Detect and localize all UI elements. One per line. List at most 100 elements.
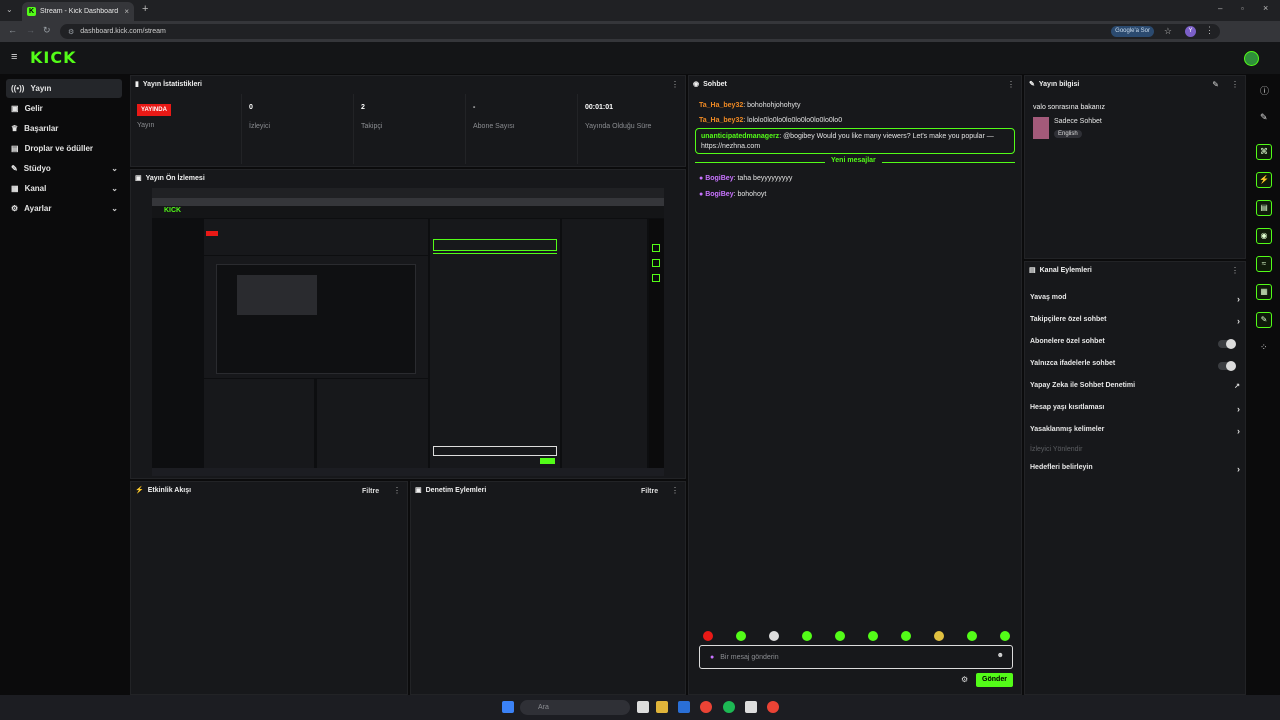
hamburger-menu-icon[interactable]: ≡ xyxy=(11,51,17,63)
task-view-icon[interactable] xyxy=(637,701,649,713)
emote-icon[interactable] xyxy=(835,631,845,641)
rail-button-5[interactable]: ≈ xyxy=(1256,256,1272,272)
action-followers-only[interactable]: Takipçilere özel sohbet › xyxy=(1030,316,1240,332)
emote-icon[interactable] xyxy=(901,631,911,641)
emote-icon[interactable] xyxy=(703,631,713,641)
user-avatar[interactable] xyxy=(1244,51,1259,66)
emote-icon[interactable] xyxy=(736,631,746,641)
subscribers-only-toggle[interactable] xyxy=(1218,339,1236,349)
emote-icon[interactable] xyxy=(802,631,812,641)
more-options-icon[interactable]: ⋮ xyxy=(1007,80,1015,89)
file-explorer-icon[interactable] xyxy=(656,701,668,713)
back-icon[interactable]: ← xyxy=(8,25,17,35)
action-subscribers-only[interactable]: Abonelere özel sohbet xyxy=(1030,338,1240,354)
action-account-age[interactable]: Hesap yaşı kısıtlaması › xyxy=(1030,404,1240,420)
chat-username[interactable]: Ta_Ha_bey32 xyxy=(699,117,743,124)
emoji-picker-icon[interactable]: ☻ xyxy=(997,652,1004,659)
minimize-icon[interactable]: – xyxy=(1218,4,1222,13)
panel-title: Kanal Eylemleri xyxy=(1039,266,1092,274)
spotify-icon[interactable] xyxy=(723,701,735,713)
preview-rail-btn xyxy=(652,244,660,252)
window-close-icon[interactable]: × xyxy=(1263,3,1268,13)
sidebar-item-studyo[interactable]: ✎ Stüdyo ⌄ xyxy=(6,159,122,178)
emote-icon[interactable] xyxy=(934,631,944,641)
filter-button[interactable]: Filtre xyxy=(641,488,658,495)
chrome-icon[interactable] xyxy=(700,701,712,713)
chat-username[interactable]: BogiBey xyxy=(705,191,733,198)
rail-button-4[interactable]: ◉ xyxy=(1256,228,1272,244)
preview-browser-bar xyxy=(152,188,664,198)
action-set-targets[interactable]: Hedefleri belirleyin › xyxy=(1030,464,1240,480)
filter-button[interactable]: Filtre xyxy=(362,488,379,495)
chat-username[interactable]: BogiBey xyxy=(705,175,733,182)
taskbar-search[interactable]: Ara xyxy=(520,700,630,715)
windows-start-icon[interactable] xyxy=(502,701,514,713)
maximize-icon[interactable]: ▫ xyxy=(1241,4,1244,13)
action-label: Takipçilere özel sohbet xyxy=(1030,316,1107,323)
more-options-icon[interactable]: ⋮ xyxy=(1231,80,1239,89)
more-options-icon[interactable]: ⋮ xyxy=(671,486,679,495)
kick-logo[interactable]: KICK xyxy=(30,48,77,67)
action-label: Yalnızca ifadelerle sohbet xyxy=(1030,360,1116,367)
flash-icon: ⚡ xyxy=(135,487,144,494)
preview-recursive-frame xyxy=(216,264,416,374)
google-ask-button[interactable]: Google'a Sor xyxy=(1111,26,1154,37)
chrome-alt-icon[interactable] xyxy=(767,701,779,713)
chat-username[interactable]: Ta_Ha_bey32 xyxy=(699,102,743,109)
rail-button-1[interactable]: ⌘ xyxy=(1256,144,1272,160)
action-emotes-only[interactable]: Yalnızca ifadelerle sohbet xyxy=(1030,360,1240,376)
rail-button-3[interactable]: ▤ xyxy=(1256,200,1272,216)
rail-button-7[interactable]: ✎ xyxy=(1256,312,1272,328)
chevron-right-icon: › xyxy=(1237,464,1240,474)
bookmark-star-icon[interactable]: ☆ xyxy=(1164,26,1172,37)
emote-icon[interactable] xyxy=(868,631,878,641)
sidebar-item-kanal[interactable]: ▦ Kanal ⌄ xyxy=(6,179,122,198)
action-banned-words[interactable]: Yasaklanmış kelimeler › xyxy=(1030,426,1240,442)
store-icon[interactable] xyxy=(678,701,690,713)
tab-list-icon[interactable]: ⌄ xyxy=(6,5,13,14)
chat-text: : taha beyyyyyyyyy xyxy=(733,175,793,182)
profile-avatar[interactable]: Y xyxy=(1185,26,1196,37)
site-info-icon[interactable]: ⚙ xyxy=(68,28,74,36)
url-field[interactable]: ⚙ dashboard.kick.com/stream Google'a Sor… xyxy=(60,24,1220,39)
category-name[interactable]: Sadece Sohbet xyxy=(1054,118,1102,125)
info-icon[interactable]: ⓘ xyxy=(1260,84,1269,97)
rail-button-2[interactable]: ⚡ xyxy=(1256,172,1272,188)
action-ai-moderation[interactable]: Yapay Zeka ile Sohbet Denetimi ↗ xyxy=(1030,382,1240,398)
forward-icon[interactable]: → xyxy=(26,25,35,35)
edit-icon[interactable]: ✎ xyxy=(1212,80,1219,89)
reload-icon[interactable]: ↻ xyxy=(43,25,51,36)
emote-icon[interactable] xyxy=(967,631,977,641)
chat-input[interactable]: ● Bir mesaj gönderin ☻ xyxy=(699,645,1013,669)
more-options-icon[interactable]: ⋮ xyxy=(1231,266,1239,275)
browser-menu-icon[interactable]: ⋮ xyxy=(1205,25,1214,36)
new-tab-icon[interactable]: + xyxy=(142,3,148,15)
more-options-icon[interactable]: ⋮ xyxy=(671,80,679,89)
emotes-only-toggle[interactable] xyxy=(1218,361,1236,371)
edit-icon[interactable]: ✎ xyxy=(1260,112,1268,123)
emote-icon[interactable] xyxy=(1000,631,1010,641)
chat-settings-icon[interactable]: ⚙ xyxy=(961,675,968,684)
emote-icon[interactable] xyxy=(769,631,779,641)
sidebar-item-basarilar[interactable]: ♛ Başarılar xyxy=(6,119,122,138)
sidebar-item-yayin[interactable]: ((•)) Yayın xyxy=(6,79,122,98)
close-tab-icon[interactable]: × xyxy=(124,7,129,16)
stream-preview-video[interactable]: KICK xyxy=(152,188,664,476)
chat-text: : lololo0lo0lo0lo0lo0lo0lo0lo0lo0 xyxy=(743,117,843,124)
panel-title: Etkinlik Akışı xyxy=(147,486,192,494)
app-icon[interactable] xyxy=(745,701,757,713)
stat-value: - xyxy=(473,104,476,111)
more-tools-icon[interactable]: ⁘ xyxy=(1260,342,1268,353)
action-slow-mode[interactable]: Yavaş mod › xyxy=(1030,294,1240,310)
browser-tab[interactable]: K Stream - Kick Dashboard × xyxy=(22,2,134,21)
sidebar-item-gelir[interactable]: ▣ Gelir xyxy=(6,99,122,118)
panel-header: ◉ Sohbet xyxy=(693,80,727,89)
sidebar-item-ayarlar[interactable]: ⚙ Ayarlar ⌄ xyxy=(6,199,122,218)
sidebar-item-droplar[interactable]: ▤ Droplar ve ödüller xyxy=(6,139,122,158)
more-options-icon[interactable]: ⋮ xyxy=(393,486,401,495)
send-button[interactable]: Gönder xyxy=(976,673,1013,687)
rail-button-6[interactable]: ▦ xyxy=(1256,284,1272,300)
camera-icon: ▣ xyxy=(135,175,142,182)
chat-username[interactable]: unanticipatedmanagerz xyxy=(701,133,779,140)
chat-text: : bohohoyt xyxy=(733,191,767,198)
